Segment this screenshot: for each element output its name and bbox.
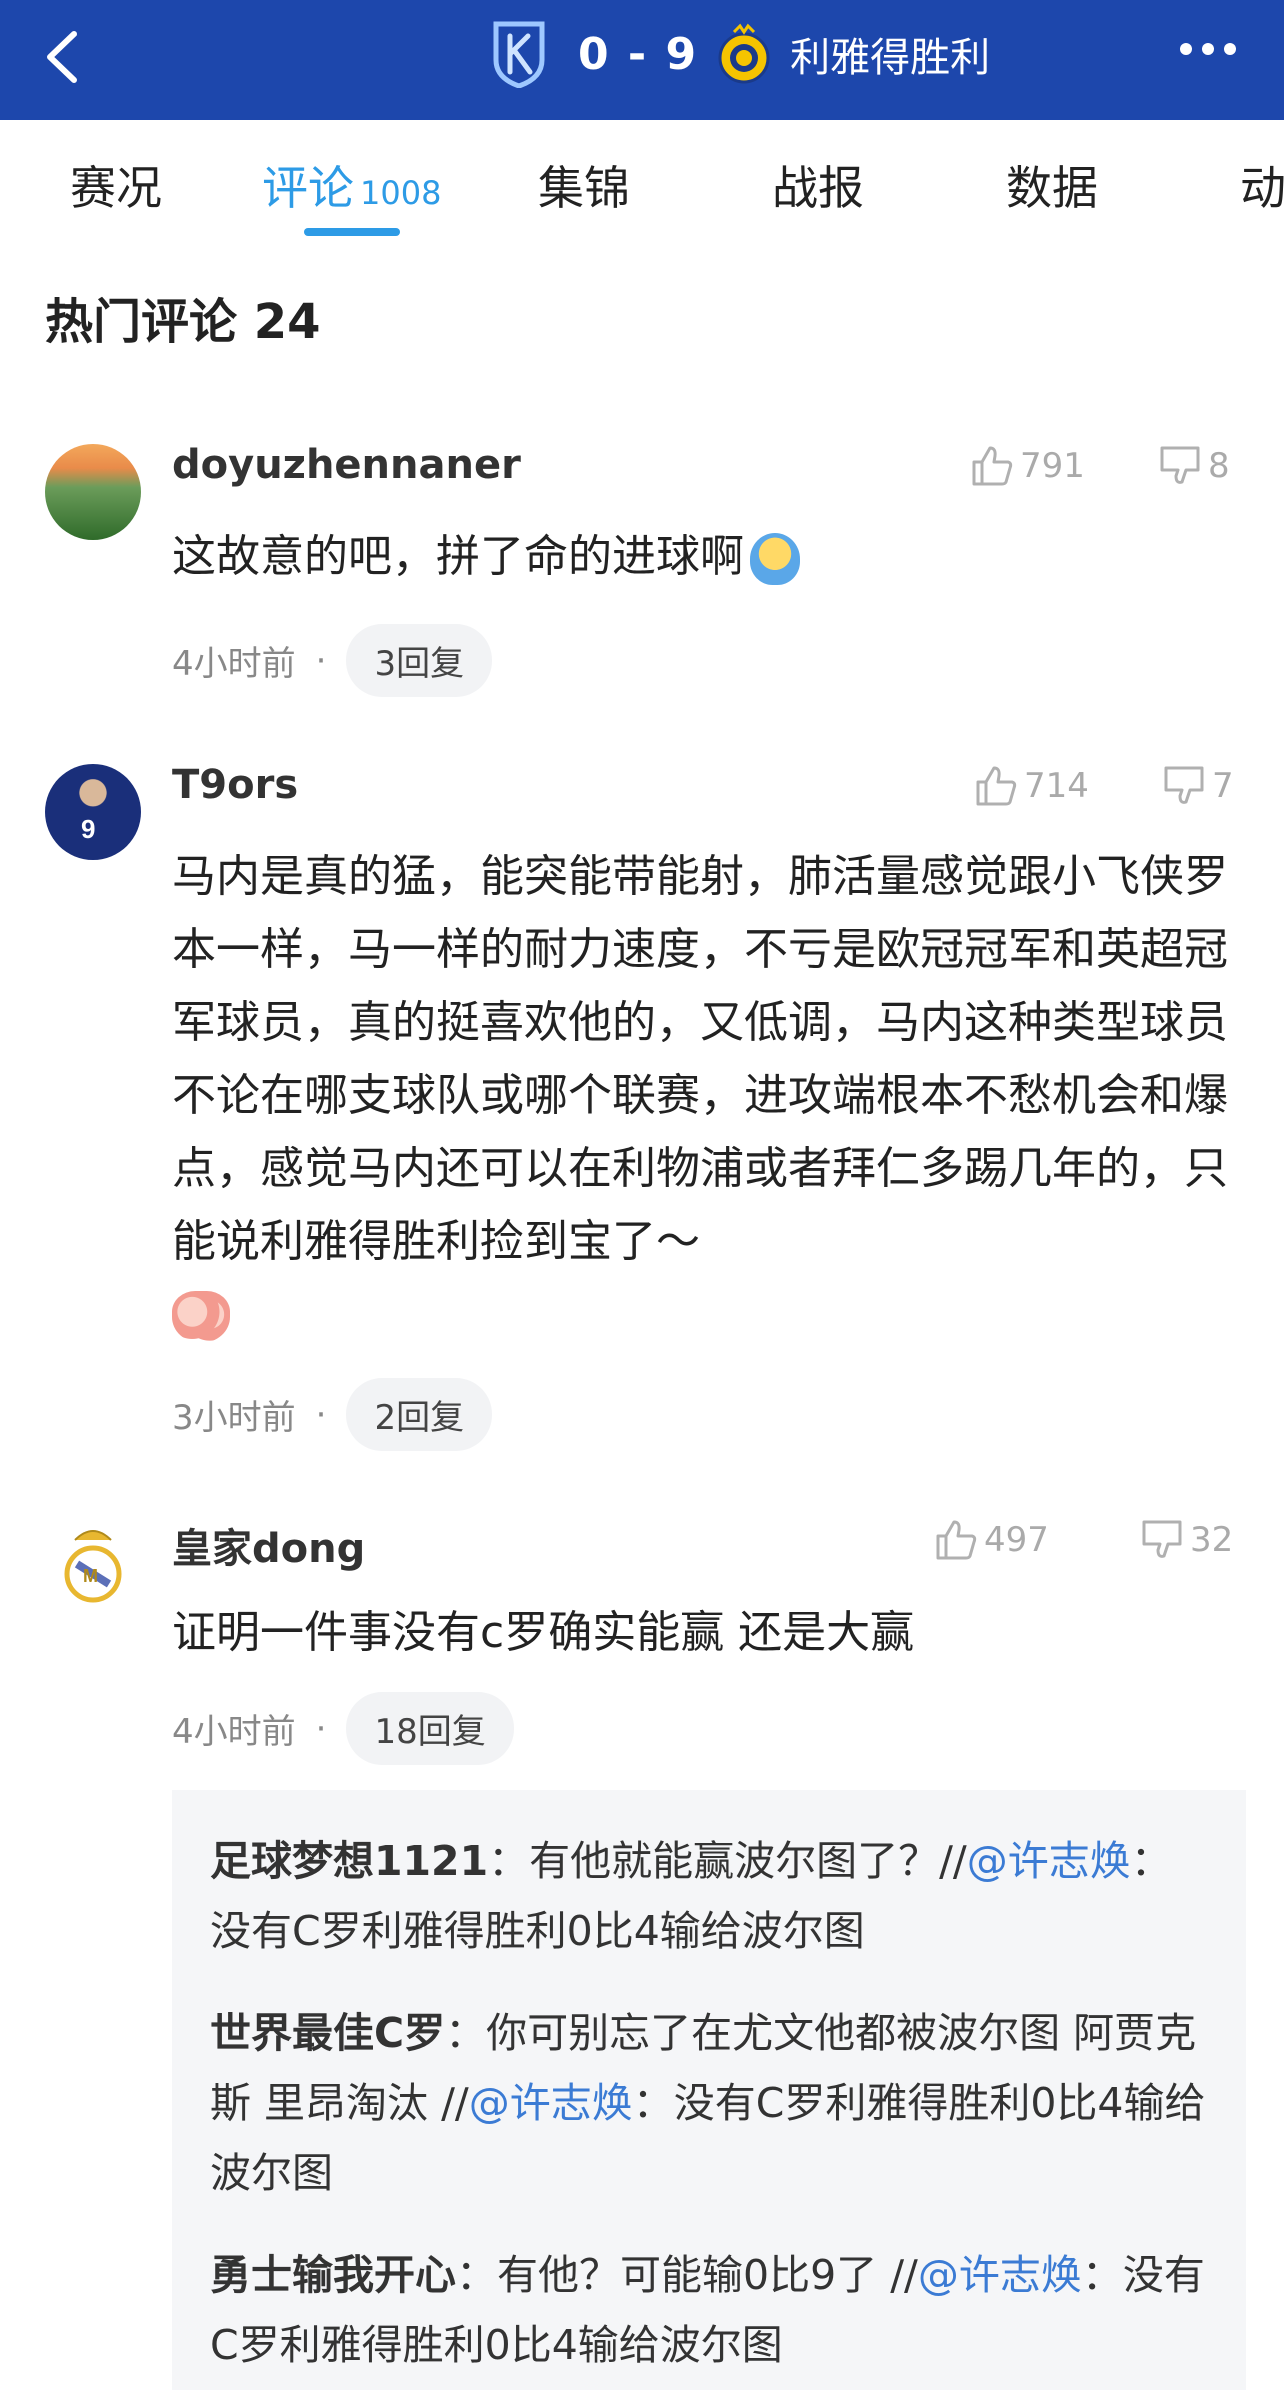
thumbs-up-icon xyxy=(936,1520,977,1560)
reply-text: 有他？可能输0比9了 // xyxy=(497,2251,918,2299)
reply-username[interactable]: 足球梦想1121 xyxy=(210,1837,488,1885)
al-nassr-logo-icon xyxy=(718,23,770,84)
reply-username[interactable]: 勇士输我开心 xyxy=(210,2251,456,2299)
dislike-button[interactable]: 32 xyxy=(1140,1518,1233,1562)
tab-report[interactable]: 战报 xyxy=(772,152,864,218)
dislike-count: 8 xyxy=(1208,446,1230,486)
tab-label: 评论 xyxy=(262,161,354,215)
match-score: 0 - 9 xyxy=(578,28,699,80)
dalian-team-logo-icon xyxy=(493,21,545,88)
avatar-jersey-number: 9 xyxy=(81,814,96,844)
reply-text: 有他就能赢波尔图了？// xyxy=(529,1837,967,1885)
like-button[interactable]: 497 xyxy=(934,1518,1049,1562)
like-count: 497 xyxy=(984,1520,1049,1560)
timestamp: 3小时前 xyxy=(172,1398,296,1438)
separator-dot: · xyxy=(315,1708,327,1749)
hot-comments-title: 热门评论 24 xyxy=(45,294,321,350)
like-count: 791 xyxy=(1020,446,1085,486)
mention-link[interactable]: @许志焕 xyxy=(469,2079,633,2127)
reply-item[interactable]: 世界最佳C罗：你可别忘了在尤文他都被波尔图 阿贾克斯 里昂淘汰 //@许志焕：没… xyxy=(210,1998,1210,2208)
tab-more[interactable]: 动 xyxy=(1240,152,1284,218)
username[interactable]: T9ors xyxy=(172,762,298,808)
tab-highlights[interactable]: 集锦 xyxy=(538,152,630,218)
comment-text: 马内是真的猛，能突能带能射，肺活量感觉跟小飞侠罗本一样，马一样的耐力速度，不亏是… xyxy=(172,840,1232,1351)
like-button[interactable]: 714 xyxy=(974,764,1089,808)
reply-item[interactable]: 足球梦想1121：有他就能赢波尔图了？//@许志焕：没有C罗利雅得胜利0比4输给… xyxy=(210,1826,1210,1966)
replies-button[interactable]: 3回复 xyxy=(346,624,493,697)
mention-link[interactable]: @许志焕 xyxy=(967,1837,1131,1885)
tab-label: 赛况 xyxy=(70,161,162,215)
mention-link[interactable]: @许志焕 xyxy=(918,2251,1082,2299)
reply-username[interactable]: 世界最佳C罗 xyxy=(210,2009,445,2057)
tab-bar: 赛况 评论 1008 集锦 战报 数据 动 xyxy=(0,120,1284,242)
thumbs-down-icon xyxy=(1142,1520,1182,1558)
thumbs-up-icon xyxy=(972,446,1013,486)
tab-data[interactable]: 数据 xyxy=(1006,152,1098,218)
match-summary[interactable]: 0 - 9 利雅得胜利 xyxy=(490,18,990,90)
replies-button[interactable]: 18回复 xyxy=(346,1692,514,1765)
replies-button[interactable]: 2回复 xyxy=(346,1378,493,1451)
thumbs-down-icon xyxy=(1160,446,1200,484)
reply-thread: 足球梦想1121：有他就能赢波尔图了？//@许志焕：没有C罗利雅得胜利0比4输给… xyxy=(172,1790,1246,2390)
tab-label: 集锦 xyxy=(538,161,630,215)
thumbs-up-icon xyxy=(976,766,1017,806)
separator-dot: · xyxy=(315,640,327,681)
comment-text: 证明一件事没有c罗确实能赢 还是大赢 xyxy=(172,1607,915,1658)
like-button[interactable]: 791 xyxy=(970,444,1085,488)
tab-label: 动 xyxy=(1240,161,1284,215)
comment-text: 这故意的吧，拼了命的进球啊 xyxy=(172,520,1232,593)
dislike-button[interactable]: 8 xyxy=(1158,444,1230,488)
separator-dot: · xyxy=(315,1394,327,1435)
comment-text-body: 马内是真的猛，能突能带能射，肺活量感觉跟小飞侠罗本一样，马一样的耐力速度，不亏是… xyxy=(172,851,1228,1267)
back-arrow-icon[interactable] xyxy=(38,22,98,92)
reply-item[interactable]: 勇士输我开心：有他？可能输0比9了 //@许志焕：没有C罗利雅得胜利0比4输给波… xyxy=(210,2240,1210,2380)
username[interactable]: 皇家dong xyxy=(172,1516,365,1574)
tab-label: 数据 xyxy=(1006,161,1098,215)
avatar[interactable]: M xyxy=(45,1518,141,1614)
thumbs-down-icon xyxy=(1164,766,1204,804)
clapping-hands-icon xyxy=(172,1291,230,1343)
avatar[interactable] xyxy=(45,444,141,540)
active-tab-indicator xyxy=(304,228,400,236)
comment-meta: 4小时前 · 3回复 xyxy=(172,624,493,697)
smirk-emoji-icon xyxy=(750,533,800,585)
username[interactable]: doyuzhennaner xyxy=(172,442,521,488)
winner-team-name: 利雅得胜利 xyxy=(790,35,991,81)
dislike-count: 7 xyxy=(1212,766,1234,806)
reply-colon: ： xyxy=(488,1837,530,1885)
timestamp: 4小时前 xyxy=(172,1712,296,1752)
avatar[interactable]: 9 xyxy=(45,764,141,860)
tab-live[interactable]: 赛况 xyxy=(70,152,162,218)
reply-colon: ： xyxy=(456,2251,497,2299)
like-count: 714 xyxy=(1024,766,1089,806)
svg-text:M: M xyxy=(83,1566,98,1586)
comment-text-body: 这故意的吧，拼了命的进球啊 xyxy=(172,531,744,582)
real-madrid-crest-icon: M xyxy=(64,1530,122,1603)
more-options-icon[interactable] xyxy=(1170,40,1250,70)
tab-label: 战报 xyxy=(772,161,864,215)
comment-count: 1008 xyxy=(360,174,442,212)
comment-meta: 4小时前 · 18回复 xyxy=(172,1692,514,1765)
top-bar: 0 - 9 利雅得胜利 xyxy=(0,0,1284,120)
reply-colon: ： xyxy=(445,2009,487,2057)
timestamp: 4小时前 xyxy=(172,644,296,684)
dislike-count: 32 xyxy=(1190,1520,1234,1560)
comment-meta: 3小时前 · 2回复 xyxy=(172,1378,493,1451)
tab-comments[interactable]: 评论 1008 xyxy=(262,152,441,218)
dislike-button[interactable]: 7 xyxy=(1162,764,1234,808)
